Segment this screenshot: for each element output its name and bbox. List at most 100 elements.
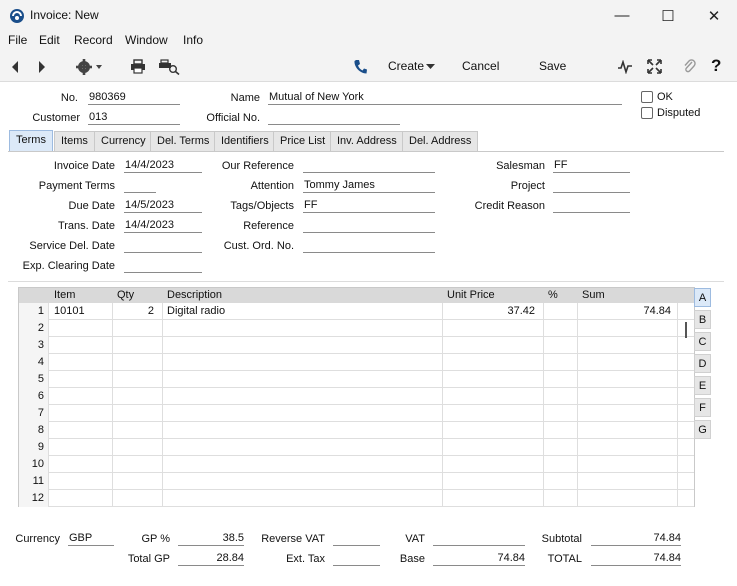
item-cell[interactable] — [49, 354, 113, 371]
item-cell[interactable]: 10101 — [49, 303, 113, 320]
item-cell[interactable] — [49, 490, 113, 507]
col-header-qty[interactable]: Qty — [117, 288, 135, 303]
item-cell[interactable] — [49, 422, 113, 439]
qty-cell[interactable] — [113, 422, 163, 439]
qty-cell[interactable] — [113, 388, 163, 405]
sum-cell[interactable] — [578, 388, 678, 405]
sum-cell[interactable] — [578, 422, 678, 439]
description-cell[interactable] — [163, 473, 443, 490]
help-icon[interactable]: ? — [711, 56, 721, 76]
description-cell[interactable] — [163, 439, 443, 456]
create-button[interactable]: Create — [388, 59, 424, 73]
invoice-number-field[interactable]: 980369 — [88, 91, 180, 105]
cust-ord-no-field[interactable] — [303, 239, 435, 253]
table-row[interactable]: 1 10101 2 Digital radio 37.42 74.84 — [19, 303, 694, 320]
ok-checkbox[interactable] — [641, 91, 653, 103]
tab-del-terms[interactable]: Del. Terms — [150, 131, 217, 151]
table-row[interactable]: 12 — [19, 490, 694, 507]
grid-scroll-thumb[interactable] — [685, 322, 687, 338]
back-icon[interactable] — [10, 60, 20, 74]
tab-currency[interactable]: Currency — [94, 131, 153, 151]
unit-price-cell[interactable] — [443, 473, 544, 490]
percent-cell[interactable] — [544, 320, 578, 337]
col-header-description[interactable]: Description — [167, 288, 223, 303]
col-header-sum[interactable]: Sum — [582, 288, 605, 303]
invoice-date-field[interactable]: 14/4/2023 — [124, 159, 202, 173]
qty-cell[interactable] — [113, 439, 163, 456]
row-page-tab-d[interactable]: D — [694, 354, 711, 373]
qty-cell[interactable] — [113, 320, 163, 337]
percent-cell[interactable] — [544, 422, 578, 439]
gear-icon[interactable] — [75, 58, 105, 76]
menu-file[interactable]: File — [8, 33, 27, 47]
table-row[interactable]: 6 — [19, 388, 694, 405]
save-button[interactable]: Save — [539, 59, 566, 73]
description-cell[interactable] — [163, 388, 443, 405]
sum-cell[interactable] — [578, 405, 678, 422]
row-page-tab-a[interactable]: A — [694, 288, 711, 307]
phone-icon[interactable] — [353, 59, 367, 75]
tab-items[interactable]: Items — [54, 131, 95, 151]
sum-cell[interactable] — [578, 371, 678, 388]
print-preview-icon[interactable] — [158, 59, 180, 75]
service-del-date-field[interactable] — [124, 239, 202, 253]
exp-clearing-date-field[interactable] — [124, 259, 202, 273]
row-page-tab-e[interactable]: E — [694, 376, 711, 395]
table-row[interactable]: 5 — [19, 371, 694, 388]
sum-cell[interactable]: 74.84 — [578, 303, 678, 320]
col-header-item[interactable]: Item — [54, 288, 76, 303]
col-header-percent[interactable]: % — [548, 288, 558, 303]
percent-cell[interactable] — [544, 388, 578, 405]
table-row[interactable]: 3 — [19, 337, 694, 354]
unit-price-cell[interactable] — [443, 490, 544, 507]
tab-inv-address[interactable]: Inv. Address — [330, 131, 404, 151]
unit-price-cell[interactable] — [443, 456, 544, 473]
unit-price-cell[interactable] — [443, 405, 544, 422]
unit-price-cell[interactable] — [443, 320, 544, 337]
expand-icon[interactable] — [647, 59, 662, 74]
forward-icon[interactable] — [37, 60, 47, 74]
sum-cell[interactable] — [578, 473, 678, 490]
item-cell[interactable] — [49, 473, 113, 490]
paperclip-icon[interactable] — [682, 58, 696, 75]
reverse-vat-field[interactable] — [333, 532, 380, 546]
description-cell[interactable]: Digital radio — [163, 303, 443, 320]
attention-field[interactable]: Tommy James — [303, 179, 435, 193]
due-date-field[interactable]: 14/5/2023 — [124, 199, 202, 213]
table-row[interactable]: 4 — [19, 354, 694, 371]
activity-icon[interactable] — [617, 60, 633, 74]
percent-cell[interactable] — [544, 439, 578, 456]
printer-icon[interactable] — [130, 59, 146, 74]
percent-cell[interactable] — [544, 337, 578, 354]
qty-cell[interactable] — [113, 490, 163, 507]
item-cell[interactable] — [49, 320, 113, 337]
item-cell[interactable] — [49, 371, 113, 388]
item-cell[interactable] — [49, 456, 113, 473]
tab-price-list[interactable]: Price List — [273, 131, 333, 151]
tags-objects-field[interactable]: FF — [303, 199, 435, 213]
col-header-unit-price[interactable]: Unit Price — [447, 288, 495, 303]
description-cell[interactable] — [163, 422, 443, 439]
row-page-tab-b[interactable]: B — [694, 310, 711, 329]
description-cell[interactable] — [163, 405, 443, 422]
unit-price-cell[interactable]: 37.42 — [443, 303, 544, 320]
sum-cell[interactable] — [578, 439, 678, 456]
unit-price-cell[interactable] — [443, 354, 544, 371]
table-row[interactable]: 7 — [19, 405, 694, 422]
qty-cell[interactable] — [113, 371, 163, 388]
reference-field[interactable] — [303, 219, 435, 233]
table-row[interactable]: 11 — [19, 473, 694, 490]
qty-cell[interactable] — [113, 456, 163, 473]
unit-price-cell[interactable] — [443, 337, 544, 354]
close-button[interactable]: ✕ — [691, 0, 737, 31]
percent-cell[interactable] — [544, 371, 578, 388]
qty-cell[interactable]: 2 — [113, 303, 163, 320]
unit-price-cell[interactable] — [443, 371, 544, 388]
menu-info[interactable]: Info — [183, 33, 203, 47]
ext-tax-field[interactable] — [333, 552, 380, 566]
description-cell[interactable] — [163, 354, 443, 371]
description-cell[interactable] — [163, 337, 443, 354]
item-cell[interactable] — [49, 405, 113, 422]
description-cell[interactable] — [163, 490, 443, 507]
percent-cell[interactable] — [544, 303, 578, 320]
